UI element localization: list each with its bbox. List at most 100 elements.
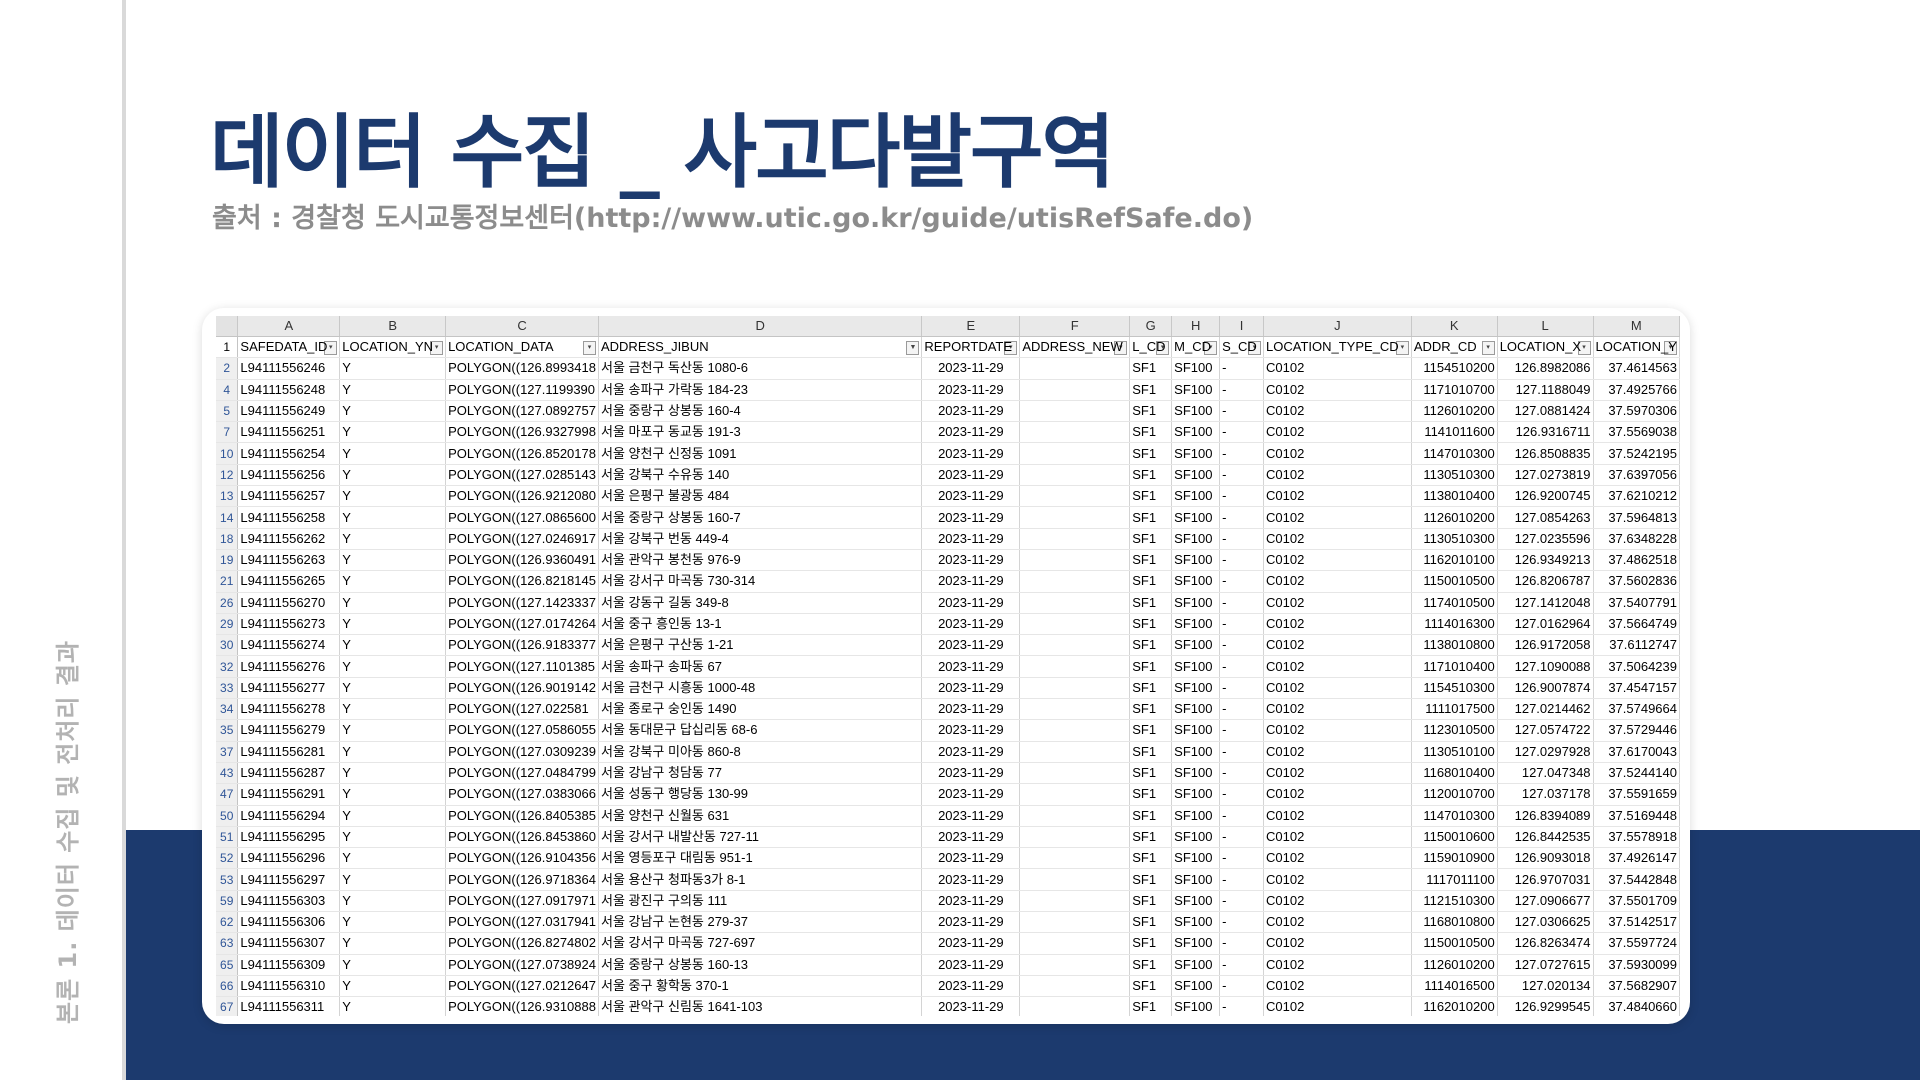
row-number[interactable]: 1	[216, 336, 239, 359]
table-cell[interactable]: SF1	[1129, 868, 1173, 891]
table-cell[interactable]: POLYGON((127.0917971	[445, 890, 599, 913]
row-number[interactable]: 33	[216, 677, 239, 700]
row-number[interactable]: 34	[216, 698, 239, 721]
table-cell[interactable]: SF100	[1171, 719, 1221, 742]
table-cell[interactable]: -	[1219, 357, 1265, 380]
table-cell[interactable]: 126.9349213	[1497, 549, 1594, 572]
table-cell[interactable]: C0102	[1263, 570, 1412, 593]
table-cell[interactable]: SF100	[1171, 442, 1221, 465]
table-cell[interactable]: Y	[339, 549, 447, 572]
filter-dropdown-icon[interactable]: ▾	[582, 341, 596, 356]
table-cell[interactable]: -	[1219, 485, 1265, 508]
table-cell[interactable]: C0102	[1263, 932, 1412, 955]
table-cell[interactable]	[1019, 379, 1131, 401]
row-number[interactable]: 59	[216, 890, 239, 913]
table-cell[interactable]: SF1	[1129, 847, 1173, 870]
row-number[interactable]: 19	[216, 549, 239, 572]
table-cell[interactable]: SF1	[1129, 528, 1173, 550]
table-cell[interactable]: L94111556278	[237, 698, 341, 721]
table-cell[interactable]: C0102	[1263, 996, 1412, 1016]
table-cell[interactable]: C0102	[1263, 847, 1412, 870]
table-cell[interactable]: 126.8508835	[1497, 442, 1594, 465]
table-cell[interactable]: Y	[339, 890, 447, 913]
table-cell[interactable]: SF1	[1129, 421, 1173, 444]
table-cell[interactable]: 2023-11-29	[921, 592, 1021, 614]
table-cell[interactable]: -	[1219, 592, 1265, 614]
table-cell[interactable]: SF1	[1129, 890, 1173, 913]
table-cell[interactable]: L94111556297	[237, 868, 341, 891]
table-cell[interactable]: SF100	[1171, 379, 1221, 401]
table-cell[interactable]: Y	[339, 357, 447, 380]
table-cell[interactable]: L94111556295	[237, 826, 341, 849]
table-cell[interactable]: 127.0273819	[1497, 464, 1594, 487]
header-cell-address-jibun[interactable]: ▼ ADDRESS_JIBUN	[598, 336, 923, 359]
header-cell-location-type-cd[interactable]: ▾ LOCATION_TYPE_CD	[1263, 336, 1412, 359]
table-cell[interactable]: SF1	[1129, 549, 1173, 572]
table-cell[interactable]: POLYGON((127.0865600	[445, 506, 599, 529]
table-cell[interactable]: L94111556257	[237, 485, 341, 508]
table-cell[interactable]: 서울 강서구 내발산동 727-11	[598, 826, 923, 849]
table-cell[interactable]: 1138010400	[1411, 485, 1498, 508]
column-letter-l[interactable]: L	[1497, 316, 1594, 337]
table-cell[interactable]: C0102	[1263, 911, 1412, 934]
table-cell[interactable]: SF1	[1129, 592, 1173, 614]
table-cell[interactable]: C0102	[1263, 634, 1412, 657]
table-cell[interactable]: POLYGON((126.8453860	[445, 826, 599, 849]
table-cell[interactable]: 1114016500	[1411, 975, 1498, 998]
table-cell[interactable]: -	[1219, 847, 1265, 870]
table-cell[interactable]: SF1	[1129, 570, 1173, 593]
table-cell[interactable]: Y	[339, 826, 447, 849]
table-cell[interactable]: L94111556310	[237, 975, 341, 998]
table-cell[interactable]: C0102	[1263, 719, 1412, 742]
table-cell[interactable]: 127.0235596	[1497, 528, 1594, 550]
header-cell-addr-cd[interactable]: ▾ ADDR_CD	[1411, 336, 1498, 359]
table-cell[interactable]: -	[1219, 975, 1265, 998]
column-letter-e[interactable]: E	[921, 316, 1021, 337]
table-cell[interactable]: POLYGON((126.8520178	[445, 442, 599, 465]
header-cell-reportdate[interactable]: ▾ REPORTDATE	[921, 336, 1021, 359]
row-number[interactable]: 65	[216, 954, 239, 976]
row-number[interactable]: 37	[216, 741, 239, 763]
table-cell[interactable]	[1019, 528, 1131, 550]
table-cell[interactable]: 37.4925766	[1593, 379, 1680, 401]
table-cell[interactable]: 서울 영등포구 대림동 951-1	[598, 847, 923, 870]
table-cell[interactable]: POLYGON((127.0484799	[445, 762, 599, 785]
table-cell[interactable]: -	[1219, 634, 1265, 657]
table-cell[interactable]: L94111556309	[237, 954, 341, 976]
table-cell[interactable]: 37.5602836	[1593, 570, 1680, 593]
table-cell[interactable]: 2023-11-29	[921, 783, 1021, 806]
table-cell[interactable]: 126.9316711	[1497, 421, 1594, 444]
table-cell[interactable]: Y	[339, 975, 447, 998]
row-number[interactable]: 7	[216, 421, 239, 444]
table-cell[interactable]: 1168010800	[1411, 911, 1498, 934]
table-cell[interactable]: 2023-11-29	[921, 677, 1021, 700]
table-cell[interactable]: Y	[339, 421, 447, 444]
row-number[interactable]: 62	[216, 911, 239, 934]
filter-dropdown-icon[interactable]: ▾	[1481, 341, 1495, 356]
column-letter-k[interactable]: K	[1411, 316, 1498, 337]
table-cell[interactable]: 2023-11-29	[921, 421, 1021, 444]
table-cell[interactable]: 2023-11-29	[921, 485, 1021, 508]
table-cell[interactable]: SF100	[1171, 655, 1221, 678]
table-cell[interactable]: C0102	[1263, 528, 1412, 550]
row-number[interactable]: 66	[216, 975, 239, 998]
table-cell[interactable]: 2023-11-29	[921, 442, 1021, 465]
table-cell[interactable]: 37.5407791	[1593, 592, 1680, 614]
header-cell-location-y[interactable]: ▾ LOCATION_Y	[1593, 336, 1680, 359]
table-cell[interactable]	[1019, 741, 1131, 763]
table-cell[interactable]: 서울 용산구 청파동3가 8-1	[598, 868, 923, 891]
table-cell[interactable]: 1130510300	[1411, 528, 1498, 550]
table-cell[interactable]: 1150010500	[1411, 570, 1498, 593]
table-cell[interactable]	[1019, 549, 1131, 572]
table-cell[interactable]: 1114016300	[1411, 613, 1498, 636]
table-cell[interactable]: -	[1219, 719, 1265, 742]
table-cell[interactable]: 37.5591659	[1593, 783, 1680, 806]
table-cell[interactable]: SF1	[1129, 698, 1173, 721]
column-letter-f[interactable]: F	[1019, 316, 1131, 337]
table-cell[interactable]: 37.5682907	[1593, 975, 1680, 998]
table-cell[interactable]: SF100	[1171, 464, 1221, 487]
table-cell[interactable]: POLYGON((127.0212647	[445, 975, 599, 998]
table-cell[interactable]: SF1	[1129, 613, 1173, 636]
table-cell[interactable]: C0102	[1263, 421, 1412, 444]
table-cell[interactable]: 127.0854263	[1497, 506, 1594, 529]
